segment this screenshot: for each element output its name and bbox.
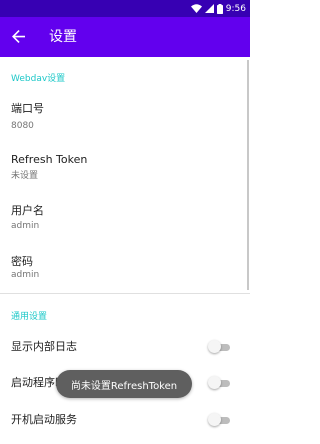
scrollbar[interactable] <box>247 60 249 290</box>
status-time: 9:56 <box>225 3 246 14</box>
switch-thumb <box>208 376 221 389</box>
switch-thumb <box>208 413 221 426</box>
category-general: 通用设置 <box>11 312 48 322</box>
category-webdav: Webdav设置 <box>11 74 66 84</box>
page-title: 设置 <box>49 29 77 45</box>
status-bar: 9:56 <box>0 0 250 17</box>
pref-username-title: 用户名 <box>11 204 44 217</box>
app-bar: 设置 <box>0 17 250 57</box>
pref-port[interactable]: 端口号 8080 <box>0 94 250 144</box>
pref-username[interactable]: 用户名 admin <box>0 196 250 246</box>
show-log-switch[interactable] <box>208 340 232 354</box>
pref-password[interactable]: 密码 admin <box>0 247 250 292</box>
pref-refresh-token[interactable]: Refresh Token 未设置 <box>0 145 250 195</box>
pref-show-log-title: 显示内部日志 <box>11 340 77 353</box>
pref-refresh-token-summary: 未设置 <box>11 171 39 181</box>
wifi-icon <box>190 4 202 13</box>
section-divider <box>0 293 250 294</box>
pref-port-summary: 8080 <box>11 121 34 131</box>
boot-start-switch[interactable] <box>208 413 232 427</box>
back-button[interactable] <box>6 25 30 49</box>
battery-icon <box>216 3 223 14</box>
pref-boot-start[interactable]: 开机启动服务 <box>0 405 250 435</box>
toast-message: 尚未设置RefreshToken <box>56 370 192 398</box>
pref-boot-start-title: 开机启动服务 <box>11 413 77 426</box>
pref-password-summary: admin <box>11 270 40 280</box>
signal-icon <box>204 4 214 13</box>
pref-refresh-token-title: Refresh Token <box>11 153 88 166</box>
arrow-back-icon <box>11 28 25 47</box>
pref-show-log[interactable]: 显示内部日志 <box>0 332 250 362</box>
status-icons: 9:56 <box>190 2 246 15</box>
switch-thumb <box>208 340 221 353</box>
pref-port-title: 端口号 <box>11 102 44 115</box>
pref-username-summary: admin <box>11 221 40 231</box>
auto-start-on-launch-switch[interactable] <box>208 376 232 390</box>
pref-password-title: 密码 <box>11 255 33 268</box>
